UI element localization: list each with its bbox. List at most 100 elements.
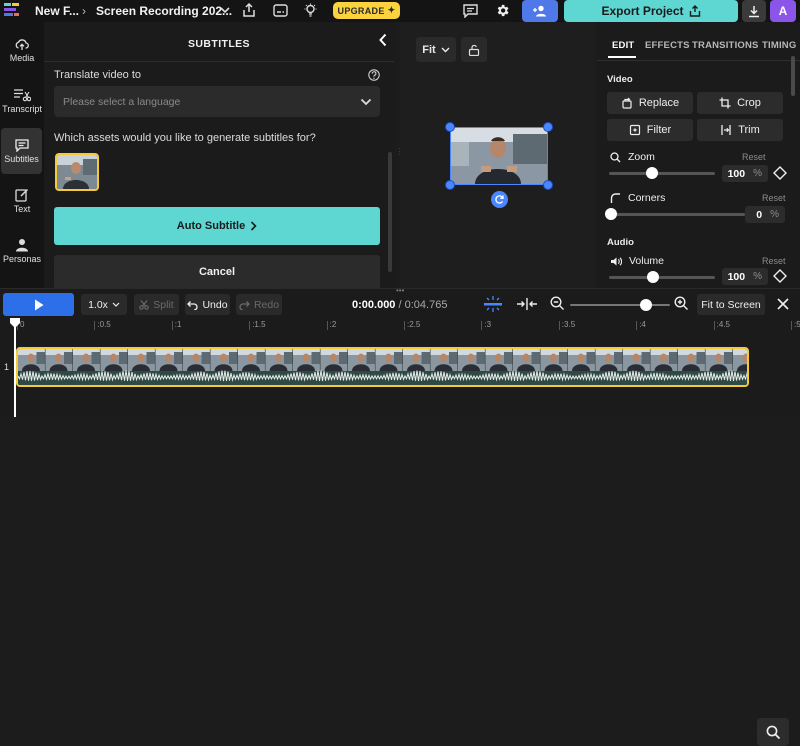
crop-label: Crop — [737, 97, 761, 109]
filter-icon — [629, 124, 640, 136]
keyframe-diamond-icon[interactable] — [772, 268, 788, 284]
zoom-reset-button[interactable]: Reset — [742, 152, 766, 162]
video-clip[interactable] — [16, 347, 749, 387]
filmstrip-frame — [595, 349, 623, 371]
rail-item-media[interactable]: Media — [0, 38, 44, 63]
fit-track-icon[interactable] — [516, 297, 538, 311]
rail-item-subtitles[interactable]: Subtitles — [1, 128, 42, 174]
close-timeline-icon[interactable] — [776, 297, 790, 311]
rail-item-transcript[interactable]: Transcript — [0, 88, 44, 114]
filmstrip-frame — [45, 349, 73, 371]
playhead-handle[interactable] — [9, 318, 21, 328]
fit-to-screen-button[interactable]: Fit to Screen — [697, 294, 765, 315]
volume-value: 100 — [727, 270, 746, 283]
recording-name[interactable]: Screen Recording 202... — [96, 4, 232, 18]
rail-item-text[interactable]: Text — [0, 188, 44, 214]
filmstrip-frame — [265, 349, 293, 371]
corners-slider-knob[interactable] — [605, 208, 617, 220]
keyframe-diamond-icon[interactable] — [772, 165, 788, 181]
panel-scrollbar[interactable] — [388, 152, 392, 272]
resize-handle-top-left[interactable] — [445, 122, 455, 132]
project-name[interactable]: New F... — [35, 4, 79, 18]
corners-value-input[interactable]: 0 % — [745, 206, 785, 223]
trim-button[interactable]: Trim — [697, 119, 783, 141]
replace-label: Replace — [638, 97, 680, 109]
cancel-button[interactable]: Cancel — [54, 255, 380, 289]
ruler-label: :0.5 — [97, 320, 111, 329]
ruler-tick — [94, 321, 96, 330]
tab-edit[interactable]: EDIT — [612, 40, 634, 51]
timeline-search-button[interactable] — [757, 718, 789, 746]
timeline-zoom-track[interactable] — [570, 304, 670, 306]
rail-item-personas[interactable]: Personas — [0, 238, 44, 264]
redo-button[interactable]: Redo — [236, 294, 282, 315]
snap-toggle-icon[interactable] — [483, 296, 503, 312]
rail-label-personas: Personas — [2, 254, 42, 264]
trim-label: Trim — [738, 124, 760, 136]
resize-handle-bottom-right[interactable] — [543, 180, 553, 190]
fit-dropdown[interactable]: Fit — [416, 37, 456, 62]
chevron-right-icon: › — [82, 4, 86, 18]
auto-subtitle-button[interactable]: Auto Subtitle — [54, 207, 380, 245]
rotate-handle[interactable] — [491, 191, 508, 208]
collapse-panel-icon[interactable] — [378, 33, 388, 47]
settings-gear-icon[interactable] — [495, 3, 510, 18]
tab-effects[interactable]: EFFECTS — [645, 40, 690, 51]
resize-handle-top-right[interactable] — [543, 122, 553, 132]
volume-value-input[interactable]: 100 % — [722, 268, 768, 285]
replace-button[interactable]: Replace — [607, 92, 693, 114]
crop-button[interactable]: Crop — [697, 92, 783, 114]
panel-resize-handle[interactable]: ⋮ — [396, 148, 404, 160]
asset-thumbnail[interactable] — [55, 153, 99, 191]
corners-label: Corners — [628, 192, 666, 204]
timeline-zoom-knob[interactable] — [640, 299, 652, 311]
corners-slider-track[interactable] — [609, 213, 745, 216]
share-upload-icon[interactable] — [242, 3, 256, 18]
zoom-in-icon[interactable] — [674, 296, 689, 311]
lightbulb-icon[interactable] — [303, 3, 318, 18]
export-icon — [689, 5, 700, 17]
upgrade-button[interactable]: UPGRADE ✦ — [333, 2, 400, 19]
timeline-ruler[interactable]: 0:0.5:1:1.5:2:2.5:3:3.5:4:4.5:5 — [0, 318, 800, 332]
split-button[interactable]: Split — [134, 294, 179, 315]
comment-icon[interactable] — [463, 4, 478, 18]
add-collaborator-button[interactable] — [522, 0, 558, 22]
language-select[interactable]: Please select a language — [54, 86, 380, 117]
zoom-slider-track[interactable] — [609, 172, 715, 175]
help-icon[interactable] — [368, 69, 380, 81]
aspect-lock-button[interactable] — [461, 37, 487, 62]
captions-icon[interactable] — [273, 4, 288, 17]
resize-handle-bottom-left[interactable] — [445, 180, 455, 190]
zoom-slider-knob[interactable] — [646, 167, 659, 179]
playhead[interactable] — [14, 318, 16, 417]
volume-row-label: Volume — [610, 255, 664, 267]
play-button[interactable] — [3, 293, 74, 316]
undo-button[interactable]: Undo — [185, 294, 230, 315]
tab-transitions[interactable]: TRANSITIONS — [692, 40, 759, 51]
user-avatar[interactable]: A — [770, 0, 796, 22]
video-canvas[interactable] — [450, 127, 548, 185]
filmstrip-frame — [623, 349, 651, 371]
volume-slider-track[interactable] — [609, 276, 715, 279]
chevron-down-icon[interactable] — [220, 6, 230, 14]
zoom-out-icon[interactable] — [550, 296, 565, 311]
export-project-button[interactable]: Export Project — [564, 0, 738, 22]
download-button[interactable] — [742, 0, 766, 22]
ruler-tick — [791, 321, 792, 330]
filmstrip-frame — [568, 349, 596, 371]
download-icon — [749, 5, 759, 17]
trim-icon — [721, 125, 731, 135]
volume-slider-knob[interactable] — [647, 271, 660, 283]
zoom-value: 100 — [727, 167, 746, 180]
panel-scrollbar[interactable] — [791, 56, 795, 96]
tab-timing[interactable]: TIMING — [762, 40, 796, 51]
volume-reset-button[interactable]: Reset — [762, 256, 786, 266]
timeline-resize-handle[interactable]: ••• — [396, 286, 404, 295]
zoom-value-input[interactable]: 100 % — [722, 165, 768, 182]
filter-button[interactable]: Filter — [607, 119, 693, 141]
properties-panel: EDIT EFFECTS TRANSITIONS TIMING Video Re… — [597, 22, 800, 288]
corners-reset-button[interactable]: Reset — [762, 193, 786, 203]
tabs-divider — [597, 60, 800, 61]
speed-dropdown[interactable]: 1.0x — [81, 294, 127, 315]
logo-icon[interactable] — [4, 3, 26, 19]
